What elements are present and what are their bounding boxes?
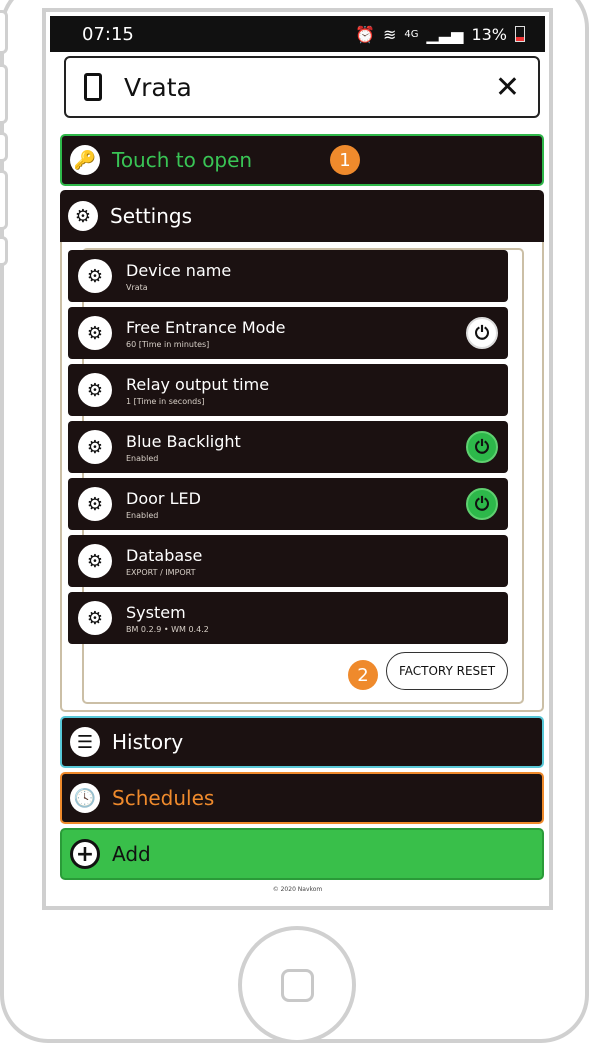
factory-reset-button[interactable]: FACTORY RESET (386, 652, 508, 690)
setting-system[interactable]: ⚙ System BM 0.2.9 • WM 0.4.2 (68, 592, 508, 644)
history-label: History (112, 730, 184, 754)
history-button[interactable]: ☰ History (60, 716, 544, 768)
setting-title: Blue Backlight (126, 431, 241, 451)
setting-detail: 60 [Time in minutes] (126, 339, 210, 349)
power-toggle-icon[interactable]: ⏻ (466, 317, 498, 349)
wifi-icon: ≋ (382, 24, 397, 44)
battery-icon (515, 26, 525, 42)
clock-icon: 🕓 (70, 783, 100, 813)
gear-icon: ⚙ (78, 316, 112, 350)
side-button (0, 236, 8, 266)
app-screen: 07:15 ⏰ ≋ 4G ▁▃▅ 13% Vrata ✕ 🔑 Touch to … (46, 12, 549, 906)
setting-detail: 1 [Time in seconds] (126, 396, 205, 406)
settings-header[interactable]: ⚙ Settings (60, 190, 544, 242)
touch-to-open-button[interactable]: 🔑 Touch to open (60, 134, 544, 186)
side-button (0, 64, 8, 124)
gear-icon: ⚙ (78, 544, 112, 578)
list-icon: ☰ (70, 727, 100, 757)
add-button[interactable]: + Add (60, 828, 544, 880)
home-square-icon (281, 969, 314, 1002)
setting-detail: Vrata (126, 282, 148, 292)
setting-detail: BM 0.2.9 • WM 0.4.2 (126, 624, 209, 634)
side-button (0, 132, 8, 162)
gear-icon: ⚙ (68, 201, 98, 231)
setting-title: System (126, 602, 186, 622)
setting-detail: Enabled (126, 453, 159, 463)
gear-icon: ⚙ (78, 430, 112, 464)
setting-title: Device name (126, 260, 232, 280)
setting-detail: EXPORT / IMPORT (126, 567, 196, 577)
setting-title: Relay output time (126, 374, 270, 394)
battery-level: 13% (471, 24, 507, 44)
schedules-label: Schedules (112, 786, 215, 810)
gear-icon: ⚙ (78, 373, 112, 407)
setting-title: Database (126, 545, 203, 565)
setting-title: Door LED (126, 488, 201, 508)
gear-icon: ⚙ (78, 259, 112, 293)
callout-badge-2: 2 (348, 660, 378, 690)
setting-blue-backlight[interactable]: ⚙ Blue Backlight Enabled ⏻ (68, 421, 508, 473)
status-time: 07:15 (82, 23, 134, 45)
side-button (0, 170, 8, 230)
setting-database[interactable]: ⚙ Database EXPORT / IMPORT (68, 535, 508, 587)
power-toggle-icon[interactable]: ⏻ (466, 488, 498, 520)
setting-device-name[interactable]: ⚙ Device name Vrata (68, 250, 508, 302)
key-icon: 🔑 (70, 145, 100, 175)
gear-icon: ⚙ (78, 601, 112, 635)
close-icon[interactable]: ✕ (495, 70, 520, 105)
phone-device-icon (84, 73, 102, 101)
setting-free-entrance-mode[interactable]: ⚙ Free Entrance Mode 60 [Time in minutes… (68, 307, 508, 359)
callout-badge-1: 1 (330, 145, 360, 175)
add-label: Add (112, 842, 151, 866)
settings-label: Settings (110, 204, 193, 228)
signal-icon: ▁▃▅ (426, 24, 464, 44)
status-icons: ⏰ ≋ 4G ▁▃▅ 13% (355, 25, 525, 44)
schedules-button[interactable]: 🕓 Schedules (60, 772, 544, 824)
setting-title: Free Entrance Mode (126, 317, 286, 337)
device-title: Vrata (124, 72, 192, 102)
status-bar: 07:15 ⏰ ≋ 4G ▁▃▅ 13% (50, 16, 545, 52)
network-type: 4G (404, 28, 419, 40)
setting-relay-output-time[interactable]: ⚙ Relay output time 1 [Time in seconds] (68, 364, 508, 416)
plus-icon: + (70, 839, 100, 869)
copyright-footer: © 2020 Navkom (272, 886, 323, 893)
alarm-icon: ⏰ (355, 24, 375, 44)
gear-icon: ⚙ (78, 487, 112, 521)
setting-detail: Enabled (126, 510, 159, 520)
power-toggle-icon[interactable]: ⏻ (466, 431, 498, 463)
home-button[interactable] (238, 926, 356, 1043)
device-title-bar: Vrata ✕ (64, 56, 540, 118)
setting-door-led[interactable]: ⚙ Door LED Enabled ⏻ (68, 478, 508, 530)
side-button (0, 10, 8, 54)
touch-to-open-label: Touch to open (112, 148, 253, 172)
